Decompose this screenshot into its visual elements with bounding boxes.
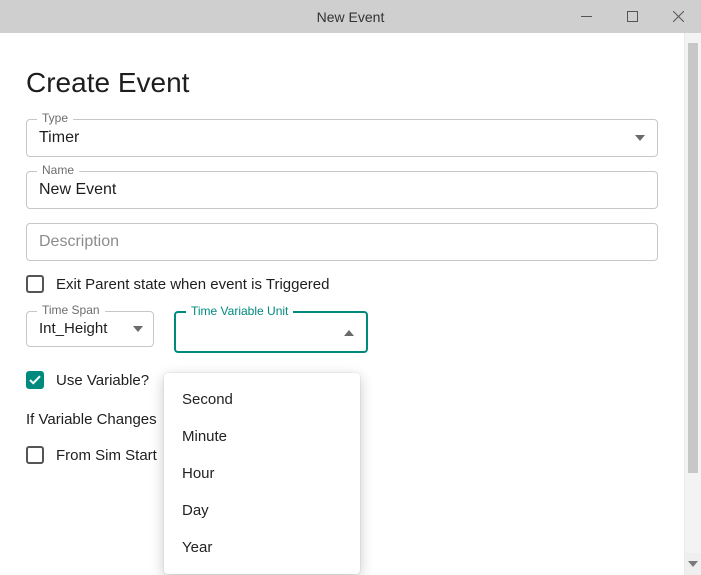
exit-parent-row: Exit Parent state when event is Triggere… — [26, 275, 658, 293]
time-unit-option[interactable]: Minute — [164, 418, 360, 455]
time-span-label: Time Span — [37, 303, 105, 317]
maximize-icon — [627, 11, 638, 22]
exit-parent-label: Exit Parent state when event is Triggere… — [56, 276, 329, 293]
scrollbar-down-button[interactable] — [685, 553, 701, 575]
time-unit-option[interactable]: Day — [164, 492, 360, 529]
name-input[interactable]: Name New Event — [26, 171, 658, 209]
chevron-up-icon — [344, 323, 354, 341]
type-label: Type — [37, 111, 73, 125]
name-label: Name — [37, 163, 79, 177]
use-variable-label: Use Variable? — [56, 372, 149, 389]
client-area: Create Event Type Timer Name New Event D… — [0, 33, 701, 575]
titlebar: New Event — [0, 0, 701, 33]
time-span-select[interactable]: Time Span Int_Height — [26, 311, 154, 347]
time-unit-dropdown: Second Minute Hour Day Year — [164, 373, 360, 574]
time-span-value: Int_Height — [39, 320, 107, 337]
exit-parent-checkbox[interactable] — [26, 275, 44, 293]
chevron-down-icon — [133, 326, 143, 332]
type-select[interactable]: Type Timer — [26, 119, 658, 157]
description-placeholder: Description — [39, 233, 119, 250]
chevron-down-icon — [688, 561, 698, 567]
time-unit-option[interactable]: Hour — [164, 455, 360, 492]
from-sim-start-label: From Sim Start — [56, 447, 157, 464]
maximize-button[interactable] — [609, 0, 655, 33]
name-value: New Event — [39, 181, 116, 198]
vertical-scrollbar[interactable] — [684, 33, 701, 575]
page-title: Create Event — [26, 67, 658, 99]
from-sim-start-checkbox[interactable] — [26, 446, 44, 464]
description-input[interactable]: Description — [26, 223, 658, 261]
minimize-button[interactable] — [563, 0, 609, 33]
scrollbar-thumb[interactable] — [688, 43, 698, 473]
window-controls — [563, 0, 701, 33]
time-unit-option[interactable]: Second — [164, 381, 360, 418]
window: New Event Create Event Type Timer — [0, 0, 701, 575]
time-unit-label: Time Variable Unit — [186, 304, 293, 318]
chevron-down-icon — [635, 135, 645, 141]
minimize-icon — [581, 11, 592, 22]
content: Create Event Type Timer Name New Event D… — [0, 33, 684, 575]
close-icon — [673, 11, 684, 22]
time-unit-select[interactable]: Time Variable Unit — [174, 311, 368, 353]
use-variable-checkbox[interactable] — [26, 371, 44, 389]
type-value: Timer — [39, 129, 79, 146]
close-button[interactable] — [655, 0, 701, 33]
time-unit-option[interactable]: Year — [164, 529, 360, 566]
time-row: Time Span Int_Height Time Variable Unit — [26, 311, 658, 353]
